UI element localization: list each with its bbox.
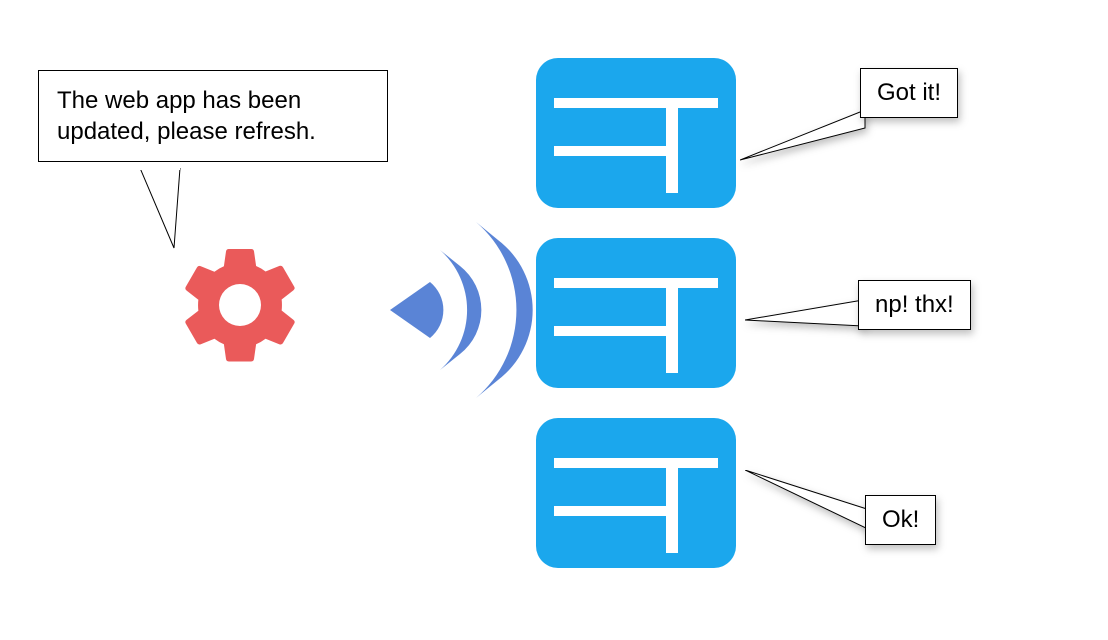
gear-speech-text: The web app has been updated, please ref… — [57, 87, 316, 145]
gear-icon — [170, 235, 310, 375]
reply-tail — [740, 110, 870, 170]
gear-speech-bubble: The web app has been updated, please ref… — [38, 70, 388, 162]
client-window — [536, 418, 736, 568]
broadcast-icon — [350, 210, 550, 410]
client-reply-text: np! thx! — [875, 291, 954, 318]
client-reply-text: Ok! — [882, 506, 919, 533]
window-icon — [536, 238, 736, 388]
reply-tail — [745, 300, 865, 340]
client-reply-bubble: np! thx! — [858, 280, 971, 330]
client-window — [536, 238, 736, 388]
client-reply-text: Got it! — [877, 79, 941, 106]
clients-column — [536, 58, 736, 598]
window-icon — [536, 418, 736, 568]
reply-tail — [745, 470, 875, 540]
client-reply-bubble: Ok! — [865, 495, 936, 545]
window-icon — [536, 58, 736, 208]
client-window — [536, 58, 736, 208]
client-reply-bubble: Got it! — [860, 68, 958, 118]
